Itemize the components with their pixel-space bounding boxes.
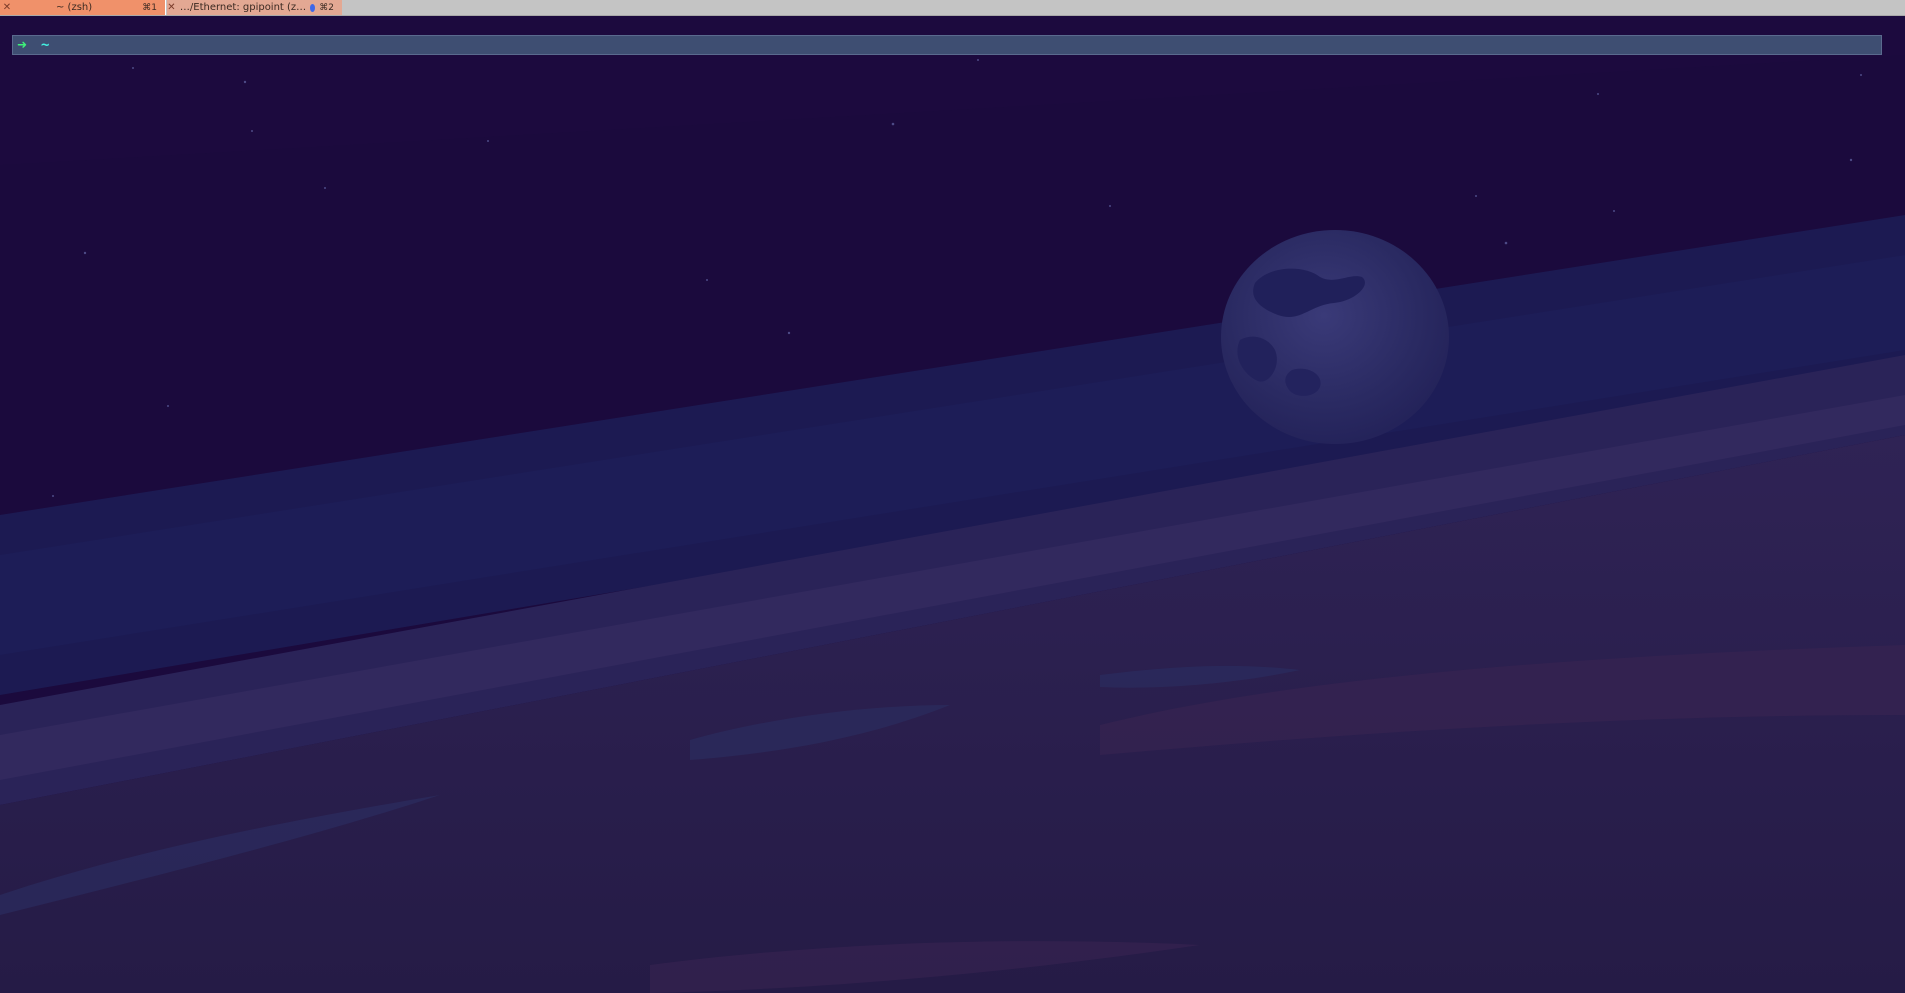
tab-title: ~ (zsh) [56, 2, 93, 13]
current-directory: ~ [41, 37, 50, 53]
moon [1221, 230, 1449, 444]
tab-ethernet[interactable]: ✕ …/Ethernet: gpipoint (z… ⌘2 [167, 0, 342, 15]
tab-zsh[interactable]: ✕ ~ (zsh) ⌘1 [0, 0, 166, 15]
background-wallpaper [0, 15, 1905, 993]
close-icon[interactable]: ✕ [0, 2, 14, 13]
terminal-window: ✕ ~ (zsh) ⌘1 ✕ …/Ethernet: gpipoint (z… … [0, 0, 1905, 993]
tab-shortcut: ⌘1 [142, 2, 157, 13]
close-icon[interactable]: ✕ [167, 2, 176, 13]
tab-shortcut: ⌘2 [319, 2, 334, 13]
command-input[interactable] [57, 35, 1881, 55]
tab-bar: ✕ ~ (zsh) ⌘1 ✕ …/Ethernet: gpipoint (z… … [0, 0, 1905, 16]
tab-title: …/Ethernet: gpipoint (z… [179, 2, 307, 13]
activity-dot-icon [310, 3, 316, 12]
arrow-right-icon: ➜ [17, 35, 27, 54]
shell-prompt-line[interactable]: ➜ ~ [12, 35, 1882, 55]
